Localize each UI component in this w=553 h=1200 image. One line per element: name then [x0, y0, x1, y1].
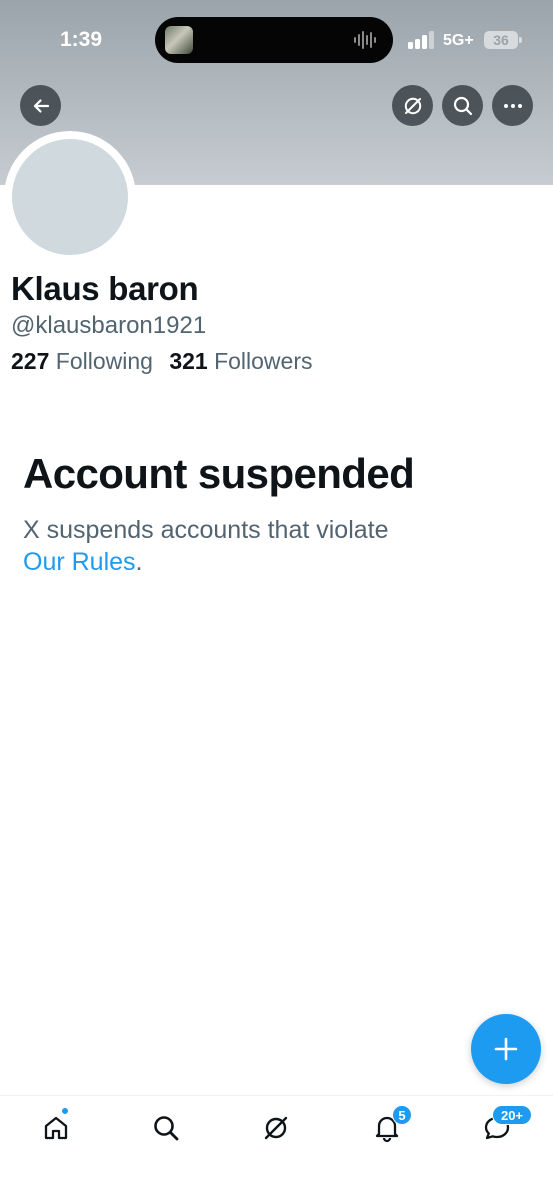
following-link[interactable]: 227 Following	[11, 348, 163, 374]
search-button[interactable]	[442, 85, 483, 126]
suspension-message: X suspends accounts that violate Our Rul…	[23, 514, 453, 578]
search-icon	[154, 1116, 179, 1141]
grok-button[interactable]	[392, 85, 433, 126]
suspension-title: Account suspended	[23, 450, 415, 497]
network-type: 5G+	[443, 32, 474, 49]
back-button[interactable]	[20, 85, 61, 126]
messages-badge: 20+	[492, 1105, 532, 1125]
following-count: 227	[11, 348, 50, 374]
tab-search[interactable]	[148, 1110, 184, 1146]
status-bar: 1:39 5G+ 36	[0, 0, 553, 80]
followers-count: 321	[169, 348, 208, 374]
compose-button[interactable]	[471, 1014, 541, 1084]
now-playing-thumbnail	[165, 26, 193, 54]
avatar[interactable]	[12, 139, 128, 255]
notifications-badge: 5	[392, 1105, 412, 1125]
followers-link[interactable]: 321 Followers	[169, 348, 322, 374]
home-icon	[44, 1116, 68, 1140]
tab-home[interactable]	[38, 1110, 74, 1146]
more-button[interactable]	[492, 85, 533, 126]
battery-indicator: 36	[484, 31, 518, 49]
grok-icon	[264, 1116, 288, 1140]
our-rules-link[interactable]: Our Rules	[23, 548, 136, 576]
grok-icon	[404, 97, 421, 114]
following-label: Following	[55, 348, 153, 374]
signal-icon	[408, 31, 434, 49]
more-horizontal-icon	[503, 103, 522, 108]
plus-icon	[494, 1037, 518, 1061]
status-time: 1:39	[60, 28, 103, 51]
arrow-left-icon	[33, 98, 49, 113]
tab-grok[interactable]	[258, 1110, 294, 1146]
followers-label: Followers	[214, 348, 313, 374]
bottom-tab-bar: 5 20+	[0, 1095, 553, 1200]
battery-cap	[519, 37, 522, 43]
audio-waveform-icon	[354, 31, 376, 49]
suspension-message-suffix: .	[135, 548, 143, 576]
suspension-message-text: X suspends accounts that violate	[23, 516, 389, 544]
display-name: Klaus baron	[11, 270, 199, 307]
user-handle: @klausbaron1921	[11, 312, 207, 339]
dynamic-island	[155, 17, 393, 63]
follow-stats: 227 Following 321 Followers	[11, 348, 323, 375]
search-icon	[453, 96, 472, 115]
home-unread-dot	[61, 1107, 69, 1115]
